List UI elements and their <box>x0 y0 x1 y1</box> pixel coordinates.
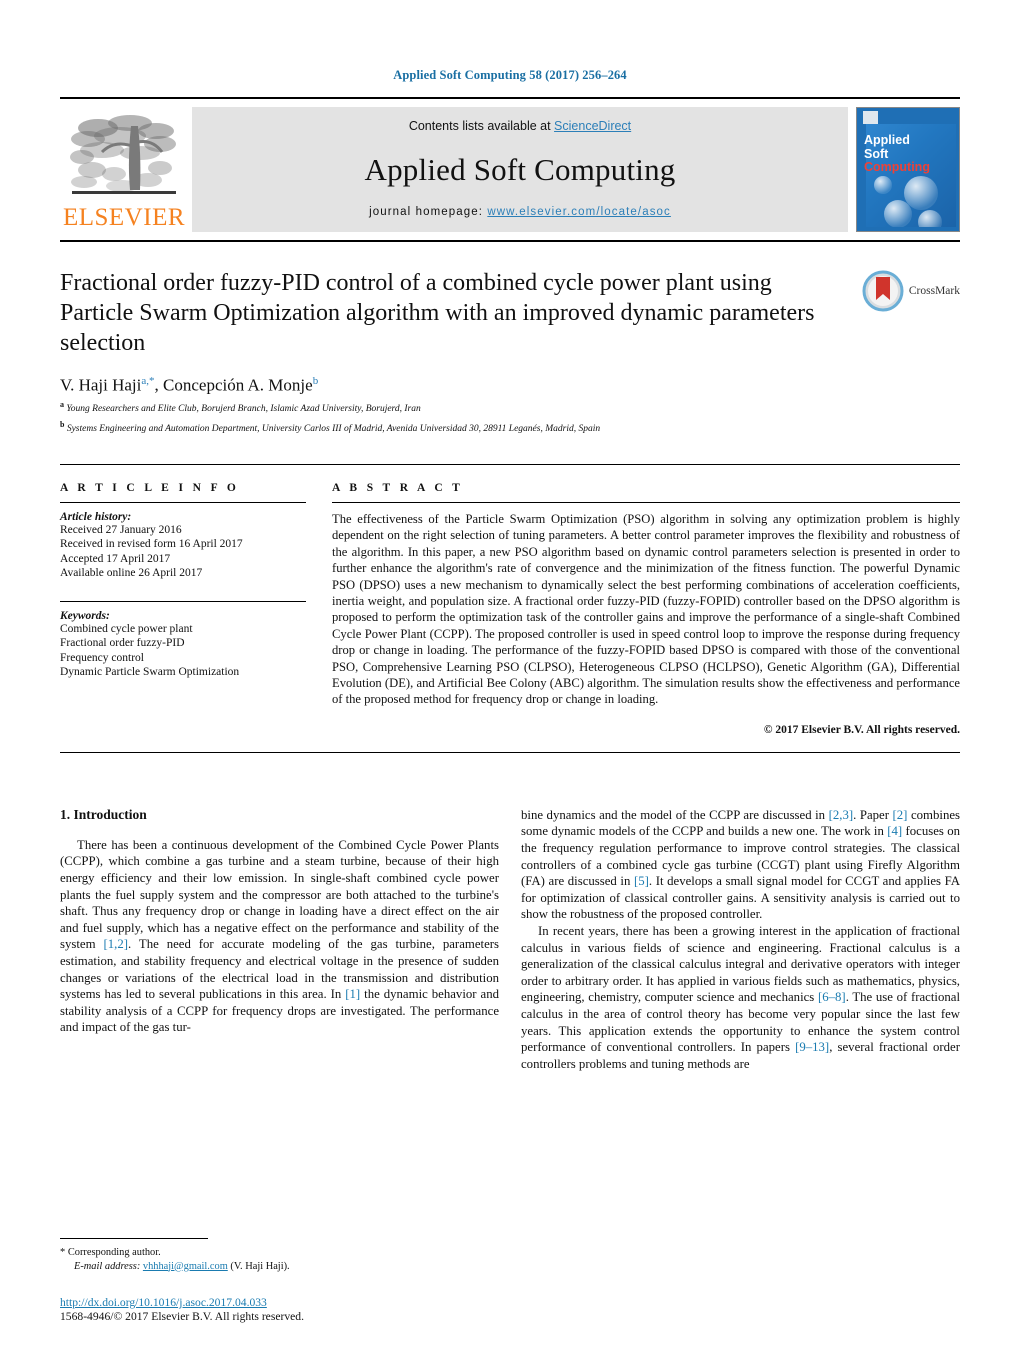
cover-blob-icon <box>874 176 892 194</box>
doi-block: http://dx.doi.org/10.1016/j.asoc.2017.04… <box>60 1296 560 1323</box>
masthead-bottom-rule <box>60 240 960 242</box>
email-link[interactable]: vhhhaji@gmail.com <box>143 1261 228 1272</box>
journal-homepage-link[interactable]: www.elsevier.com/locate/asoc <box>487 206 671 218</box>
citation-link[interactable]: [4] <box>887 824 902 838</box>
info-top-rule <box>60 463 960 465</box>
body-columns: 1. Introduction There has been a continu… <box>60 807 960 1073</box>
citation-link[interactable]: [6–8] <box>818 990 846 1004</box>
text-run: There has been a continuous development … <box>60 837 499 952</box>
email-label: E-mail address: <box>74 1260 141 1272</box>
title-and-authors: Fractional order fuzzy-PID control of a … <box>60 268 840 436</box>
masthead-top-rule <box>60 97 960 99</box>
article-info-column: A R T I C L E I N F O Article history: R… <box>60 482 332 736</box>
masthead-center-panel: Contents lists available at ScienceDirec… <box>192 107 848 232</box>
crossmark-icon <box>862 270 904 312</box>
article-history-label: Article history: <box>60 510 132 523</box>
cover-title-text: Applied Soft Computing <box>864 133 930 175</box>
article-info-rule <box>60 501 306 503</box>
elsevier-tree-icon <box>70 115 176 194</box>
cover-blob-icon <box>884 200 912 227</box>
sciencedirect-link[interactable]: ScienceDirect <box>554 119 631 133</box>
history-item: Available online 26 April 2017 <box>60 567 203 580</box>
keywords-rule <box>60 600 306 602</box>
contents-lists-line: Contents lists available at ScienceDirec… <box>409 119 631 133</box>
citation-link[interactable]: [9–13] <box>795 1040 829 1054</box>
elsevier-wordmark: ELSEVIER <box>62 204 186 231</box>
cover-blob-icon <box>918 210 942 227</box>
journal-masthead: ELSEVIER Contents lists available at Sci… <box>60 107 960 232</box>
intro-paragraph-fractional-calculus: In recent years, there has been a growin… <box>521 923 960 1072</box>
affiliation-marker-a: a <box>60 399 64 409</box>
keywords-block: Keywords: Combined cycle power plant Fra… <box>60 600 306 680</box>
contents-prefix: Contents lists available at <box>408 119 555 133</box>
elsevier-logo: ELSEVIER <box>60 107 188 232</box>
cover-line-3: Computing <box>864 160 930 174</box>
journal-title: Applied Soft Computing <box>364 151 676 187</box>
text-run: bine dynamics and the model of the CCPP … <box>521 807 829 822</box>
running-head: Applied Soft Computing 58 (2017) 256–264 <box>393 68 627 82</box>
paper-page: Applied Soft Computing 58 (2017) 256–264 <box>0 0 1020 1351</box>
body-column-right: bine dynamics and the model of the CCPP … <box>521 807 960 1073</box>
corresponding-text: Corresponding author. <box>67 1247 161 1258</box>
cover-corner-mark-icon <box>863 111 878 124</box>
history-item: Received in revised form 16 April 2017 <box>60 538 243 551</box>
citation-link[interactable]: [2] <box>893 808 908 822</box>
abstract-text: The effectiveness of the Particle Swarm … <box>332 511 960 707</box>
citation-link[interactable]: [5] <box>634 874 649 888</box>
abstract-copyright: © 2017 Elsevier B.V. All rights reserved… <box>763 723 960 736</box>
keywords-label: Keywords: <box>60 609 110 622</box>
crossmark-label: CrossMark <box>908 285 960 297</box>
intro-paragraph-left: There has been a continuous development … <box>60 837 499 1036</box>
abstract-rule <box>332 501 960 503</box>
footnote-rule <box>60 1238 208 1239</box>
history-item: Accepted 17 April 2017 <box>60 552 171 565</box>
citation-link[interactable]: [2,3] <box>829 808 854 822</box>
article-info-heading: A R T I C L E I N F O <box>60 481 240 494</box>
email-owner: (V. Haji Haji). <box>230 1260 290 1272</box>
footnote-block: * Corresponding author. E-mail address: … <box>60 1238 490 1273</box>
info-abstract-area: A R T I C L E I N F O Article history: R… <box>60 482 960 736</box>
cover-line-2: Soft <box>864 146 889 161</box>
text-run: . Paper <box>853 807 893 822</box>
corresponding-author-line: * Corresponding author. <box>60 1246 490 1260</box>
section-heading-introduction: 1. Introduction <box>60 806 147 822</box>
citation-link[interactable]: [1] <box>345 987 360 1001</box>
cover-line-1: Applied <box>864 133 910 147</box>
abstract-column: A B S T R A C T The effectiveness of the… <box>332 482 960 736</box>
affiliation-b: b Systems Engineering and Automation Dep… <box>60 418 826 436</box>
author-list: V. Haji Hajia,*, Concepción A. Monjeb <box>60 375 319 395</box>
homepage-prefix: journal homepage: <box>369 206 488 218</box>
corresponding-marker: * <box>60 1247 66 1258</box>
title-block: Fractional order fuzzy-PID control of a … <box>60 268 960 436</box>
affiliation-text-b: Systems Engineering and Automation Depar… <box>66 423 601 434</box>
journal-homepage-line: journal homepage: www.elsevier.com/locat… <box>369 206 671 218</box>
history-item: Received 27 January 2016 <box>60 523 182 536</box>
info-bottom-rule <box>60 751 960 753</box>
affiliation-a: a Young Researchers and Elite Club, Boru… <box>60 398 826 416</box>
issn-copyright-line: 1568-4946/© 2017 Elsevier B.V. All right… <box>60 1310 304 1323</box>
affiliation-text-a: Young Researchers and Elite Club, Boruje… <box>66 403 421 414</box>
citation-link[interactable]: [1,2] <box>103 937 128 951</box>
email-line: E-mail address: vhhhaji@gmail.com (V. Ha… <box>60 1260 490 1274</box>
page-title: Fractional order fuzzy-PID control of a … <box>60 270 815 356</box>
keyword-item: Dynamic Particle Swarm Optimization <box>60 666 240 679</box>
abstract-heading: A B S T R A C T <box>332 481 464 494</box>
doi-link[interactable]: http://dx.doi.org/10.1016/j.asoc.2017.04… <box>60 1296 560 1309</box>
journal-cover-thumbnail: Applied Soft Computing <box>856 107 960 232</box>
keyword-item: Frequency control <box>60 651 144 664</box>
keyword-item: Combined cycle power plant <box>60 622 193 635</box>
body-column-left: 1. Introduction There has been a continu… <box>60 807 499 1073</box>
crossmark-badge[interactable]: CrossMark <box>840 268 960 436</box>
keyword-item: Fractional order fuzzy-PID <box>60 637 185 650</box>
intro-paragraph-right-continued: bine dynamics and the model of the CCPP … <box>521 807 960 923</box>
affiliation-marker-b: b <box>60 419 65 429</box>
